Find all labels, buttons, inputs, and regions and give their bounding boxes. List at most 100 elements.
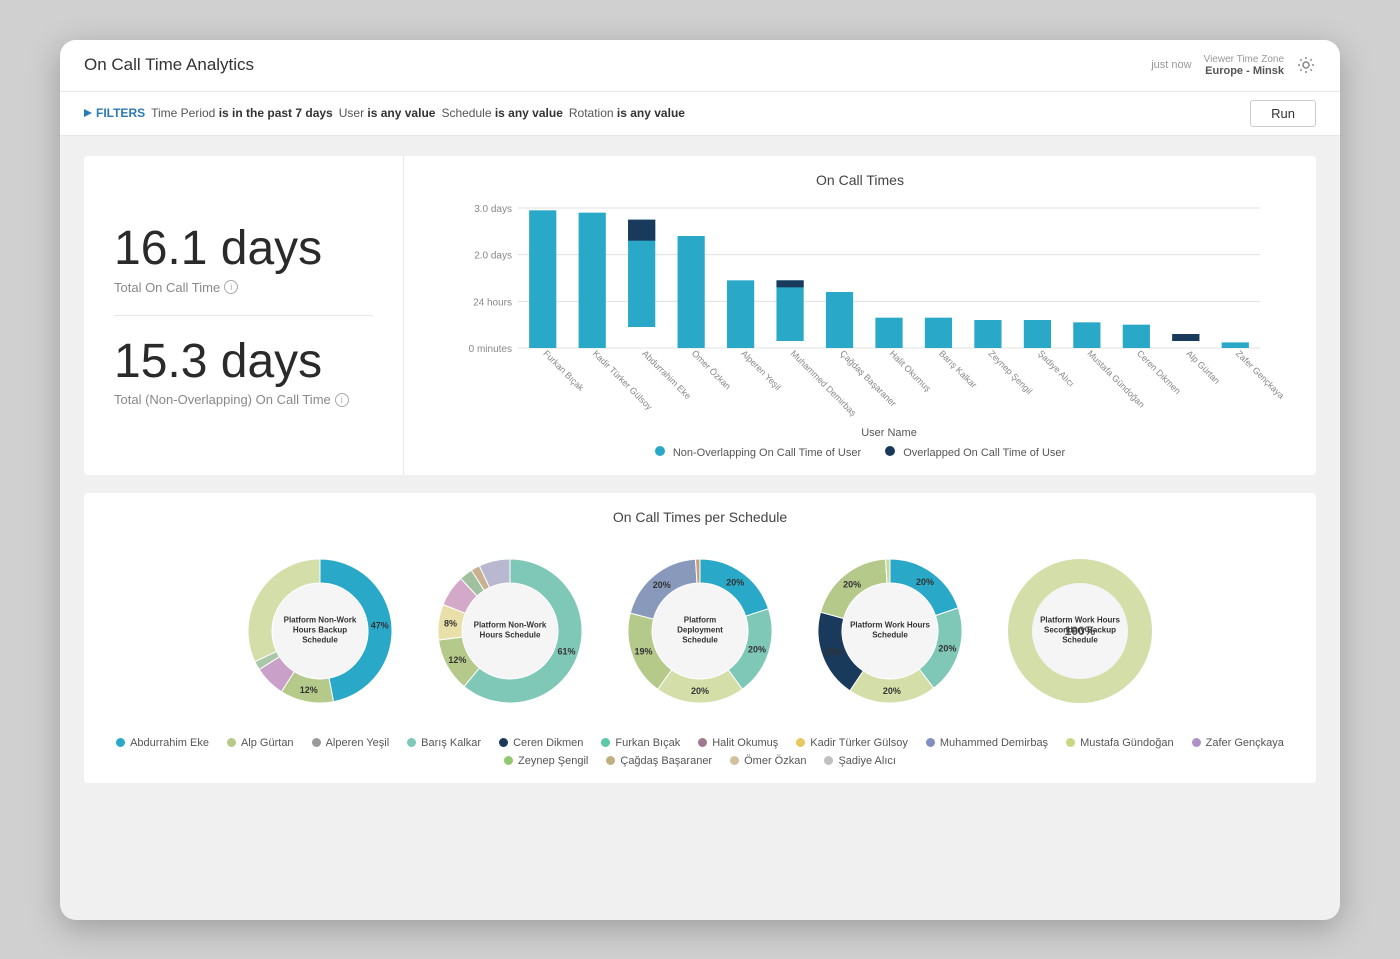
- legend-item-10: Zafer Gençkaya: [1192, 737, 1284, 749]
- non-overlapping-label: Total (Non-Overlapping) On Call Time i: [114, 392, 373, 407]
- donut-svg-1: 61% 12% 8%: [420, 541, 600, 721]
- donut-svg-2: 20%20%20%19%20%: [610, 541, 790, 721]
- svg-text:Abdurrahim Eke: Abdurrahim Eke: [640, 348, 693, 401]
- legend-label-7: Kadir Türker Gülsoy: [810, 737, 908, 749]
- svg-text:Şadiye Alıcı: Şadiye Alıcı: [1036, 348, 1076, 388]
- svg-text:20%: 20%: [938, 643, 956, 653]
- legend-label-0: Abdurrahim Eke: [130, 737, 209, 749]
- donut-item-2: 20%20%20%19%20%Platform Deployment Sched…: [610, 541, 790, 721]
- legend-circle-9: [1066, 738, 1075, 747]
- legend-item-6: Halit Okumuş: [698, 737, 778, 749]
- legend-circle-4: [499, 738, 508, 747]
- stats-panel: 16.1 days Total On Call Time i 15.3 days…: [84, 156, 404, 475]
- legend-non-overlap: Non-Overlapping On Call Time of User: [655, 446, 861, 459]
- legend-circle-14: [824, 756, 833, 765]
- legend-label-4: Ceren Dikmen: [513, 737, 583, 749]
- legend-item-1: Alp Gürtan: [227, 737, 294, 749]
- legend-circle-12: [606, 756, 615, 765]
- svg-text:20%: 20%: [916, 577, 934, 587]
- svg-text:Furkan Bıçak: Furkan Bıçak: [541, 348, 586, 393]
- svg-text:Zeynep Şengil: Zeynep Şengil: [987, 348, 1035, 396]
- legend-label-3: Barış Kalkar: [421, 737, 481, 749]
- legend-label-12: Çağdaş Başaraner: [620, 755, 712, 767]
- legend-dot-non-overlap: [655, 446, 665, 456]
- legend-label-6: Halit Okumuş: [712, 737, 778, 749]
- legend-circle-7: [796, 738, 805, 747]
- legend-dot-overlap: [885, 446, 895, 456]
- legend-circle-0: [116, 738, 125, 747]
- legend-circle-3: [407, 738, 416, 747]
- svg-text:Ömer Özkan: Ömer Özkan: [690, 348, 733, 391]
- legend-label-13: Ömer Özkan: [744, 755, 806, 767]
- filters-bar: FILTERS Time Period is in the past 7 day…: [60, 92, 1340, 136]
- settings-icon[interactable]: [1296, 55, 1316, 75]
- svg-text:Ceren Dikmen: Ceren Dikmen: [1135, 348, 1183, 396]
- bar-chart-area: 0 minutes24 hours2.0 days3.0 daysFurkan …: [424, 198, 1296, 438]
- bar-chart-svg: 0 minutes24 hours2.0 days3.0 daysFurkan …: [424, 198, 1296, 438]
- svg-text:20%: 20%: [748, 644, 766, 654]
- bottom-legend: Abdurrahim Eke Alp Gürtan Alperen Yeşil Bar…: [104, 737, 1296, 767]
- run-button[interactable]: Run: [1250, 100, 1316, 127]
- info-icon-2[interactable]: i: [335, 393, 349, 407]
- donut-item-1: 61%12%8%Platform Non-Work Hours Schedule: [420, 541, 600, 721]
- legend-item-12: Çağdaş Başaraner: [606, 755, 712, 767]
- bar-chart-title: On Call Times: [424, 172, 1296, 188]
- legend-circle-8: [926, 738, 935, 747]
- legend-label-5: Furkan Bıçak: [615, 737, 680, 749]
- donut-svg-4: 100%: [990, 541, 1170, 721]
- legend-item-3: Barış Kalkar: [407, 737, 481, 749]
- dashboard-container: On Call Time Analytics just now Viewer T…: [60, 40, 1340, 920]
- svg-text:3.0 days: 3.0 days: [474, 204, 512, 215]
- legend-label-overlap: Overlapped On Call Time of User: [903, 447, 1065, 459]
- legend-item-2: Alperen Yeşil: [312, 737, 390, 749]
- bar-chart-legend: Non-Overlapping On Call Time of User Ove…: [424, 446, 1296, 459]
- donut-svg-3: 20% 20% 20% 20% 20%: [800, 541, 980, 721]
- svg-text:20%: 20%: [883, 685, 901, 695]
- legend-circle-11: [504, 756, 513, 765]
- svg-text:Zafer Gençkaya: Zafer Gençkaya: [1234, 348, 1286, 400]
- svg-text:Barış Kalkar: Barış Kalkar: [937, 348, 979, 390]
- svg-text:20%: 20%: [843, 579, 861, 589]
- legend-circle-5: [601, 738, 610, 747]
- legend-label-9: Mustafa Gündoğan: [1080, 737, 1174, 749]
- top-section: 16.1 days Total On Call Time i 15.3 days…: [84, 156, 1316, 475]
- svg-text:20%: 20%: [653, 579, 671, 589]
- bar-chart-panel: On Call Times 0 minutes24 hours2.0 days3…: [404, 156, 1316, 475]
- svg-text:Alp Gürtan: Alp Gürtan: [1184, 348, 1221, 385]
- svg-text:20%: 20%: [691, 686, 709, 696]
- total-on-call-label: Total On Call Time i: [114, 280, 373, 295]
- legend-label-non-overlap: Non-Overlapping On Call Time of User: [673, 447, 861, 459]
- svg-text:20%: 20%: [825, 647, 843, 657]
- svg-text:12%: 12%: [448, 654, 466, 664]
- bottom-section: On Call Times per Schedule 47%12%Platfor…: [84, 493, 1316, 783]
- legend-item-7: Kadir Türker Gülsoy: [796, 737, 908, 749]
- main-content: 16.1 days Total On Call Time i 15.3 days…: [60, 136, 1340, 803]
- legend-overlap: Overlapped On Call Time of User: [885, 446, 1065, 459]
- schedule-chart-title: On Call Times per Schedule: [104, 509, 1296, 525]
- svg-text:8%: 8%: [444, 618, 457, 628]
- header: On Call Time Analytics just now Viewer T…: [60, 40, 1340, 92]
- svg-text:24 hours: 24 hours: [473, 297, 512, 308]
- donut-svg-0: 47%12%: [230, 541, 410, 721]
- donut-item-4: 100%Platform Work Hours Secondary Backup…: [990, 541, 1170, 721]
- donut-item-0: 47%12%Platform Non-Work Hours Backup Sch…: [230, 541, 410, 721]
- legend-label-10: Zafer Gençkaya: [1206, 737, 1284, 749]
- legend-item-0: Abdurrahim Eke: [116, 737, 209, 749]
- svg-text:100%: 100%: [1065, 624, 1096, 638]
- legend-circle-2: [312, 738, 321, 747]
- legend-item-11: Zeynep Şengil: [504, 755, 588, 767]
- non-overlapping-stat: 15.3 days Total (Non-Overlapping) On Cal…: [114, 315, 373, 428]
- svg-text:47%: 47%: [371, 620, 389, 630]
- total-on-call-value: 16.1 days: [114, 223, 373, 276]
- svg-text:61%: 61%: [557, 646, 575, 656]
- legend-item-4: Ceren Dikmen: [499, 737, 583, 749]
- legend-circle-10: [1192, 738, 1201, 747]
- legend-circle-13: [730, 756, 739, 765]
- non-overlapping-value: 15.3 days: [114, 336, 373, 389]
- info-icon-1[interactable]: i: [224, 280, 238, 294]
- filters-label[interactable]: FILTERS: [84, 106, 145, 120]
- legend-label-8: Muhammed Demirbaş: [940, 737, 1048, 749]
- legend-label-2: Alperen Yeşil: [326, 737, 390, 749]
- legend-item-9: Mustafa Gündoğan: [1066, 737, 1174, 749]
- timestamp: just now: [1151, 59, 1191, 71]
